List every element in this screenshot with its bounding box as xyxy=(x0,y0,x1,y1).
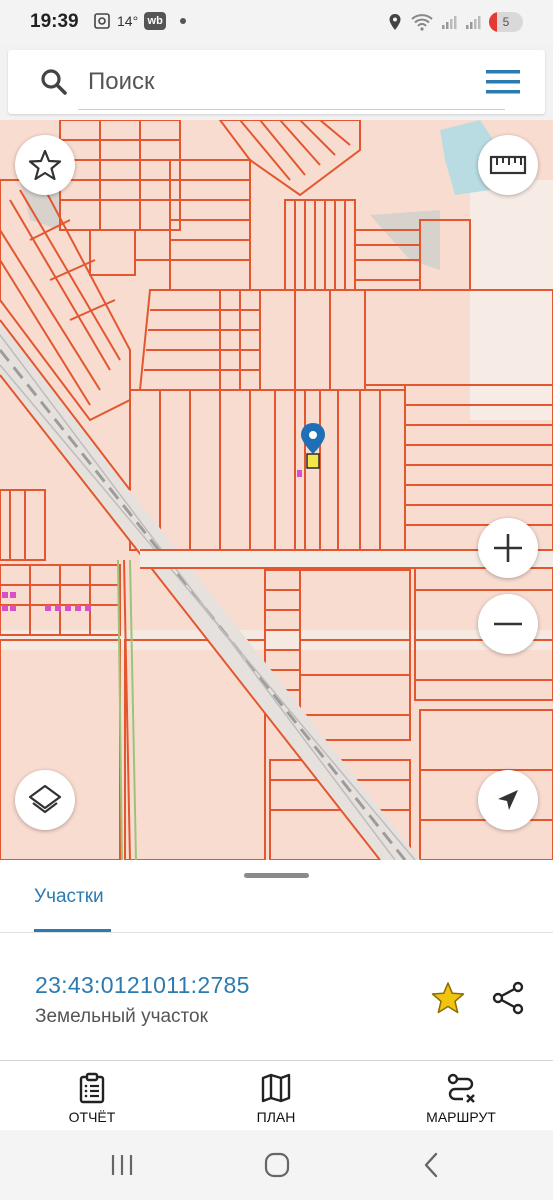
map-view[interactable] xyxy=(0,120,553,860)
status-time: 19:39 xyxy=(30,11,79,32)
cadastral-map[interactable] xyxy=(0,120,553,860)
selected-parcel[interactable] xyxy=(306,453,320,469)
menu-icon[interactable] xyxy=(485,67,521,97)
status-system-icons: 5 xyxy=(387,12,523,32)
search-bar-container xyxy=(0,44,553,120)
divider xyxy=(0,932,553,933)
signal-icon-2 xyxy=(466,16,481,29)
screenshot-icon xyxy=(94,13,110,29)
app-badge-icon: wb xyxy=(144,12,167,30)
share-icon[interactable] xyxy=(490,980,526,1016)
nav-plan-label: ПЛАН xyxy=(256,1109,296,1125)
nav-report[interactable]: ОТЧЁТ xyxy=(22,1061,162,1131)
nav-plan[interactable]: ПЛАН xyxy=(206,1061,346,1131)
recent-apps-icon[interactable] xyxy=(102,1150,142,1180)
ruler-icon xyxy=(489,155,527,175)
bottom-sheet: Участки 23:43:0121011:2785 Земельный уча… xyxy=(0,860,553,1060)
report-icon xyxy=(79,1072,105,1104)
plus-icon xyxy=(494,534,522,562)
zoom-out-button[interactable] xyxy=(478,594,538,654)
ruler-button[interactable] xyxy=(478,135,538,195)
my-location-button[interactable] xyxy=(478,770,538,830)
search-bar xyxy=(8,50,545,114)
nav-route-label: МАРШРУТ xyxy=(426,1109,496,1125)
minus-icon xyxy=(494,622,522,626)
tab-parcels[interactable]: Участки xyxy=(34,886,104,908)
layers-button[interactable] xyxy=(15,770,75,830)
battery-icon: 5 xyxy=(489,12,523,32)
layers-icon xyxy=(28,784,62,814)
app-badge-label: wb xyxy=(147,15,163,27)
wifi-icon xyxy=(411,14,433,31)
back-icon[interactable] xyxy=(412,1150,452,1180)
parcel-cadastral-number[interactable]: 23:43:0121011:2785 xyxy=(35,972,250,999)
system-navigation-bar xyxy=(0,1130,553,1200)
favorite-star-icon[interactable] xyxy=(430,980,466,1016)
parcel-type: Земельный участок xyxy=(35,1006,208,1027)
favorites-button[interactable] xyxy=(15,135,75,195)
zoom-in-button[interactable] xyxy=(478,518,538,578)
nav-route[interactable]: МАРШРУТ xyxy=(391,1061,531,1131)
map-icon xyxy=(261,1073,291,1103)
dot-icon xyxy=(180,18,187,24)
navigation-arrow-icon xyxy=(498,790,518,810)
location-icon xyxy=(389,14,401,30)
search-input[interactable] xyxy=(88,62,468,102)
signal-icon-1 xyxy=(442,16,457,29)
star-outline-icon xyxy=(28,149,62,181)
battery-level: 5 xyxy=(502,15,510,29)
status-bar: 19:39 14° wb 5 xyxy=(0,0,553,44)
bottom-navigation: ОТЧЁТ ПЛАН МАРШРУТ xyxy=(0,1060,553,1130)
status-notification-icons: 14° wb xyxy=(93,12,187,30)
search-icon[interactable] xyxy=(38,66,70,98)
sheet-drag-handle[interactable] xyxy=(244,873,309,878)
nav-report-label: ОТЧЁТ xyxy=(68,1109,116,1125)
temperature-text: 14° xyxy=(117,13,139,29)
search-underline xyxy=(78,109,505,110)
home-icon[interactable] xyxy=(257,1150,297,1180)
route-icon xyxy=(447,1073,475,1103)
